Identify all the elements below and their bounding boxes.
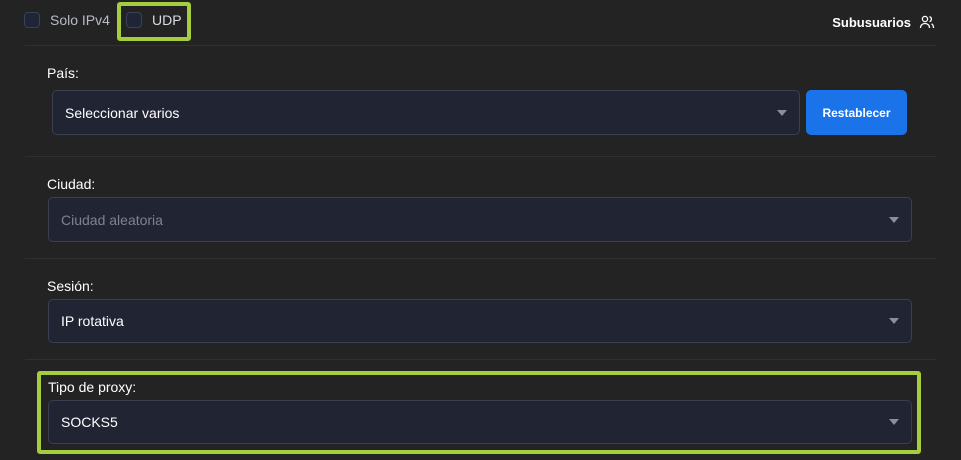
udp-checkbox[interactable]: UDP: [126, 12, 182, 28]
divider: [25, 258, 936, 259]
country-select-value: Seleccionar varios: [65, 104, 180, 121]
proxy-type-select-value: SOCKS5: [61, 414, 118, 430]
subusers-link[interactable]: Subusuarios: [832, 14, 935, 30]
city-select-placeholder: Ciudad aleatoria: [61, 211, 163, 228]
country-select[interactable]: Seleccionar varios: [52, 90, 800, 135]
users-icon: [919, 15, 935, 29]
session-select-value: IP rotativa: [61, 313, 124, 329]
country-label: País:: [47, 65, 79, 81]
session-select[interactable]: IP rotativa: [48, 299, 912, 343]
divider: [25, 156, 936, 157]
city-label: Ciudad:: [47, 176, 96, 192]
proxy-type-select[interactable]: SOCKS5: [48, 400, 912, 444]
proxy-type-label: Tipo de proxy:: [48, 379, 137, 395]
ipv4-checkbox-label: Solo IPv4: [50, 12, 110, 28]
ipv4-only-checkbox[interactable]: Solo IPv4: [24, 12, 110, 28]
chevron-down-icon: [889, 419, 899, 425]
ipv4-checkbox-box[interactable]: [24, 12, 40, 28]
chevron-down-icon: [889, 318, 899, 324]
city-select[interactable]: Ciudad aleatoria: [48, 197, 912, 242]
divider: [25, 45, 936, 46]
udp-checkbox-box[interactable]: [126, 12, 142, 28]
chevron-down-icon: [889, 216, 899, 223]
subusers-label: Subusuarios: [832, 14, 911, 30]
chevron-down-icon: [777, 109, 787, 116]
session-label: Sesión:: [47, 278, 94, 294]
udp-checkbox-label: UDP: [152, 12, 182, 28]
reset-button[interactable]: Restablecer: [806, 90, 907, 135]
divider: [25, 359, 936, 360]
